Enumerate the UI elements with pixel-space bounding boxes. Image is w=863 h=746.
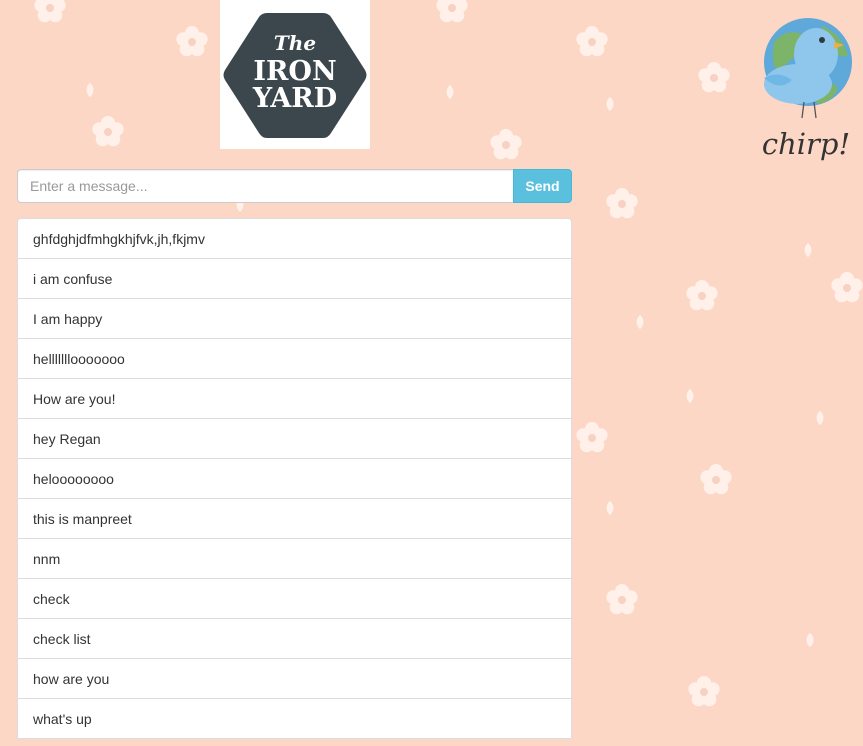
logo-text-yard: YARD: [252, 83, 337, 114]
hexagon-logo-icon: The IRON YARD: [223, 13, 367, 138]
message-item: nnm: [17, 538, 572, 579]
bird-globe-icon: chirp!: [762, 18, 852, 161]
message-item: this is manpreet: [17, 498, 572, 539]
logo-text-the: The: [274, 31, 316, 55]
message-item: I am happy: [17, 298, 572, 339]
message-item: heloooooooo: [17, 458, 572, 499]
message-item: check list: [17, 618, 572, 659]
chirp-logo-text: chirp!: [762, 127, 850, 161]
message-item: How are you!: [17, 378, 572, 419]
chirp-logo[interactable]: chirp!: [752, 12, 860, 174]
message-item: ghfdghjdfmhgkhjfvk,jh,fkjmv: [17, 218, 572, 259]
iron-yard-logo[interactable]: The IRON YARD: [220, 0, 370, 149]
message-item: hey Regan: [17, 418, 572, 459]
message-item: i am confuse: [17, 258, 572, 299]
message-form: Send: [17, 169, 572, 203]
message-item: helllllllooooooo: [17, 338, 572, 379]
message-list: ghfdghjdfmhgkhjfvk,jh,fkjmv i am confuse…: [17, 218, 572, 739]
message-item: what's up: [17, 698, 572, 739]
send-button[interactable]: Send: [513, 169, 572, 203]
message-input[interactable]: [17, 169, 513, 203]
message-item: how are you: [17, 658, 572, 699]
message-item: check: [17, 578, 572, 619]
